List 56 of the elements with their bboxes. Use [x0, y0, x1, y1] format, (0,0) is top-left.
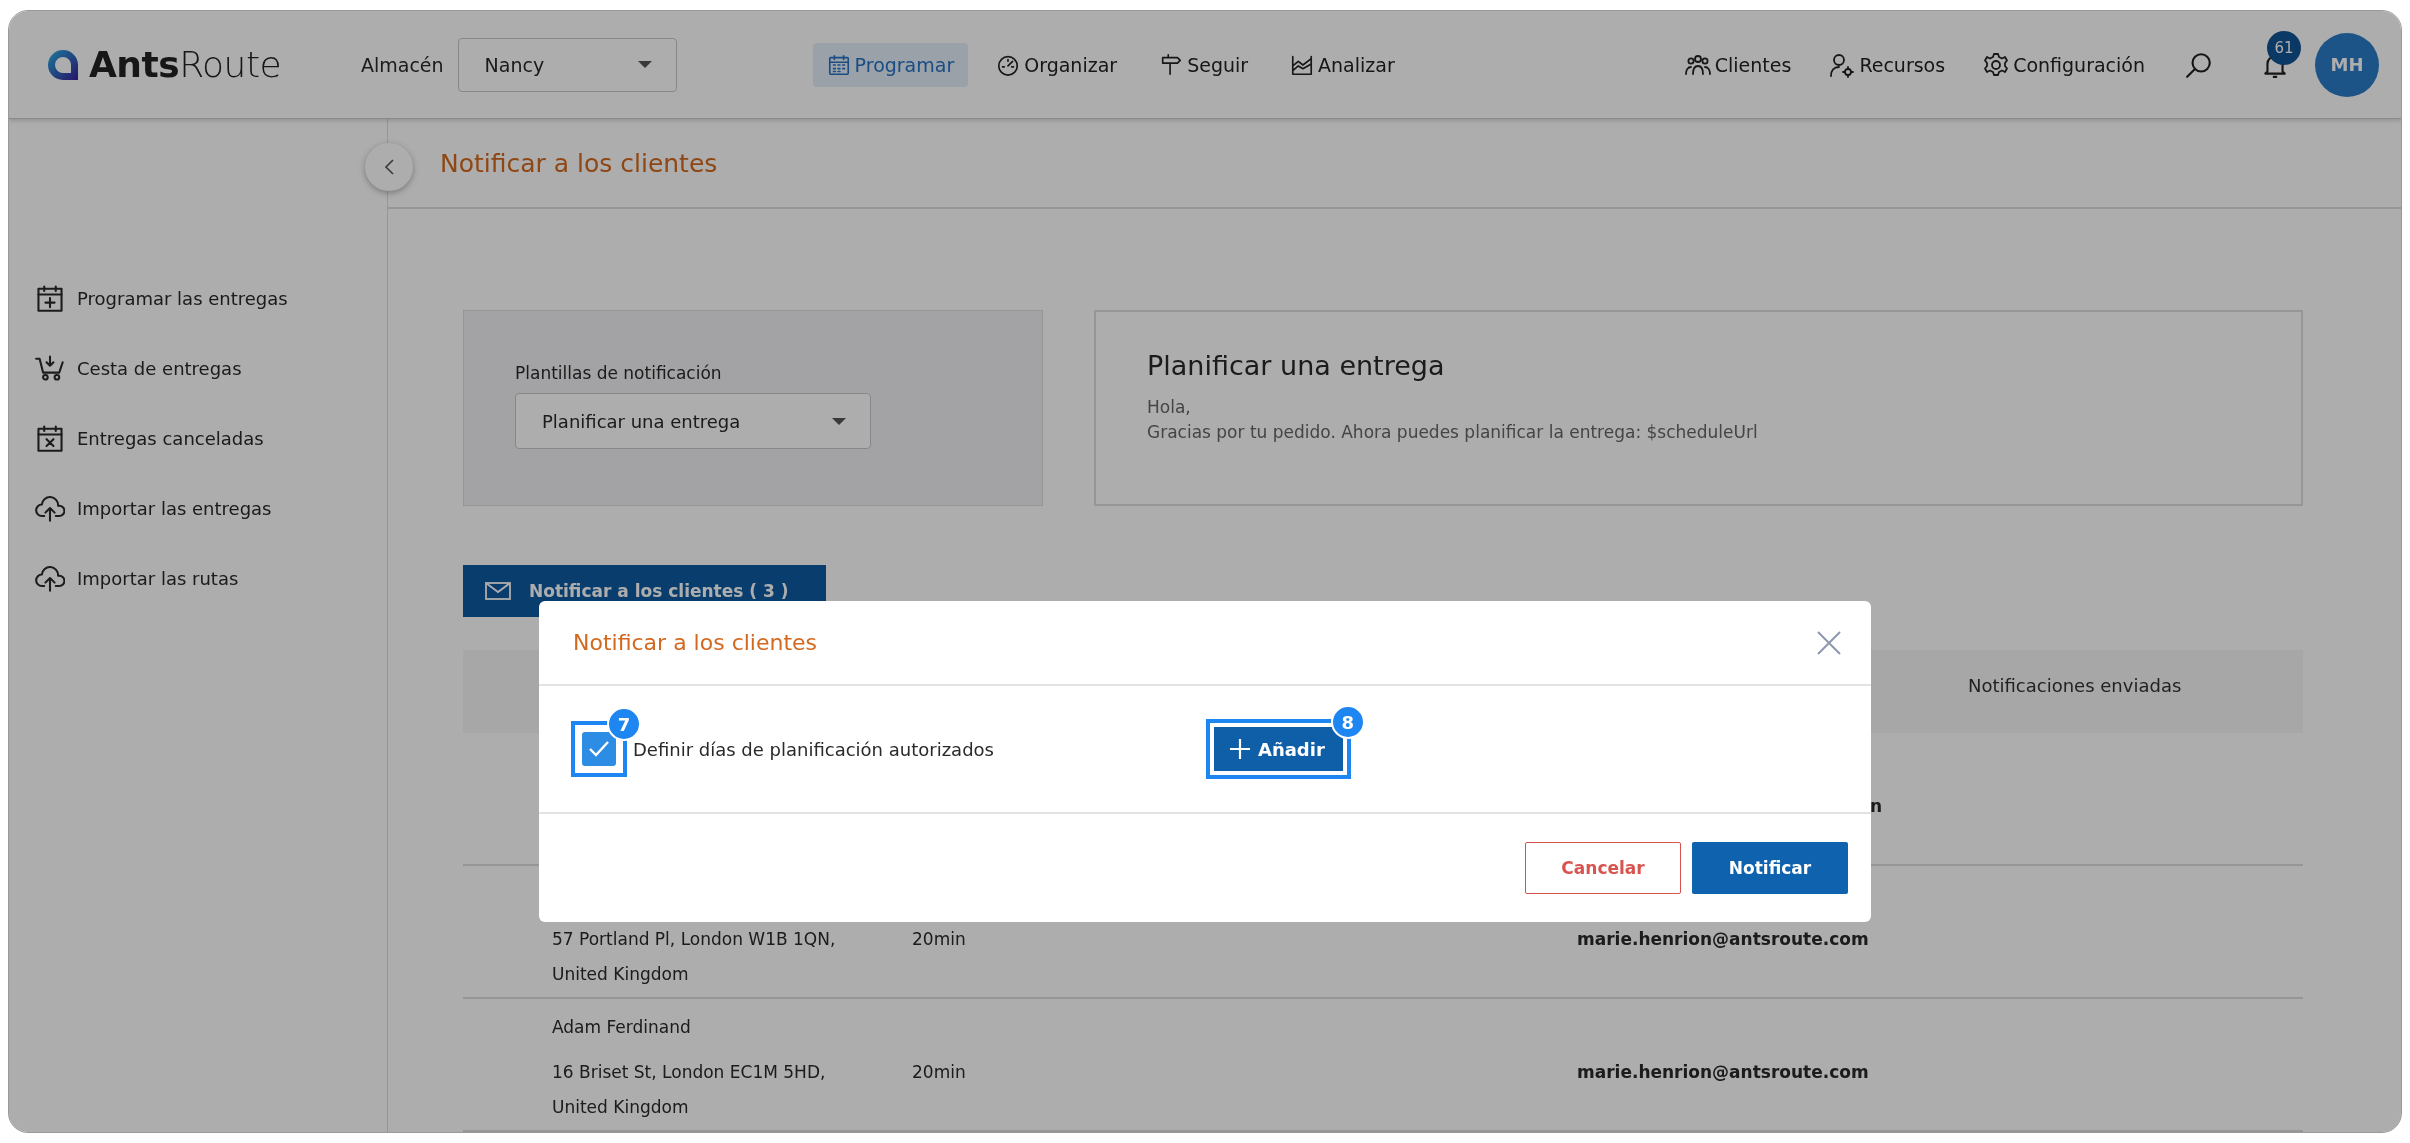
notification-badge: 61 — [2267, 30, 2301, 65]
checkbox[interactable] — [582, 732, 616, 766]
checkmark-icon — [588, 740, 610, 758]
nav-tab[interactable]: Seguir — [1145, 42, 1263, 87]
cloud-upload-icon — [35, 493, 65, 523]
toolbar-link[interactable]: Recursos — [1815, 41, 1960, 88]
calendar-plus-icon — [35, 283, 65, 313]
nav-tab[interactable]: Organizar — [982, 42, 1132, 87]
page-title: Notificar a los clientes — [440, 148, 718, 178]
dialog-title: Notificar a los clientes — [573, 630, 818, 655]
column-header: Notificaciones enviadas — [1968, 674, 2183, 696]
close-icon — [1817, 630, 1841, 655]
signpost-icon — [1159, 52, 1184, 77]
person-gear-icon — [1829, 51, 1856, 78]
table-cell-text: marie.henrion@antsroute.com — [1577, 1061, 1869, 1084]
cloud-upload-icon — [35, 563, 65, 593]
toolbar-link[interactable]: Configuración — [1969, 41, 2159, 88]
logo-text: AntsRoute — [89, 44, 282, 85]
step-badge: 7 — [607, 707, 641, 741]
table-cell-text: Adam Ferdinand — [552, 1016, 692, 1039]
warehouse-label: Almacén — [361, 53, 444, 76]
table-cell-text: marie.henrion@antsroute.com — [1577, 928, 1869, 951]
sidebar-item[interactable]: Importar las entregas — [9, 486, 387, 530]
notify-button[interactable]: Notificar — [1692, 842, 1848, 894]
cancel-button[interactable]: Cancelar — [1525, 842, 1681, 894]
table-cell-text: 16 Briset St, London EC1M 5HD, United Kingdom — [552, 1061, 827, 1119]
table-cell-text: 20min — [912, 928, 967, 951]
table-cell-text: 57 Portland Pl, London W1B 1QN, United Kingdom — [552, 928, 837, 986]
preview-text: Gracias por tu pedido. Ahora puedes planificar la entrega: $scheduleUrl — [1147, 420, 1759, 444]
calendar-icon — [826, 52, 851, 77]
settings-icon — [1983, 51, 2010, 78]
toolbar-link[interactable]: Clientes — [1670, 41, 1806, 88]
add-button[interactable]: Añadir — [1213, 727, 1343, 771]
calendar-x-icon — [35, 423, 65, 453]
warehouse-select[interactable]: Nancy — [457, 37, 677, 92]
search-icon — [2185, 50, 2213, 79]
chevron-left-icon — [383, 159, 395, 175]
sidebar-item[interactable]: Importar las rutas — [9, 556, 387, 600]
caret-icon — [832, 417, 846, 425]
plus-icon — [1229, 739, 1250, 759]
sidebar-item[interactable]: Entregas canceladas — [9, 416, 387, 460]
sidebar-item[interactable]: Cesta de entregas — [9, 346, 387, 390]
caret-icon — [637, 61, 652, 68]
cart-icon — [35, 353, 65, 383]
preview-text: Hola, — [1147, 396, 1192, 419]
nav-tab[interactable]: Analizar — [1276, 42, 1409, 87]
sidebar-item[interactable]: Programar las entregas — [9, 276, 387, 320]
user-avatar[interactable]: MH — [2315, 32, 2379, 97]
template-select[interactable]: Planificar una entrega — [515, 393, 871, 449]
step-badge: 8 — [1330, 705, 1365, 739]
preview-title: Planificar una entrega — [1147, 350, 1446, 381]
table-cell-text: 20min — [912, 1061, 967, 1084]
table-cell-text: n — [1868, 795, 1882, 818]
field-label: Plantillas de notificación — [515, 363, 723, 383]
mail-icon — [485, 582, 511, 600]
checkbox-label: Definir días de planificación autorizados — [633, 738, 994, 760]
